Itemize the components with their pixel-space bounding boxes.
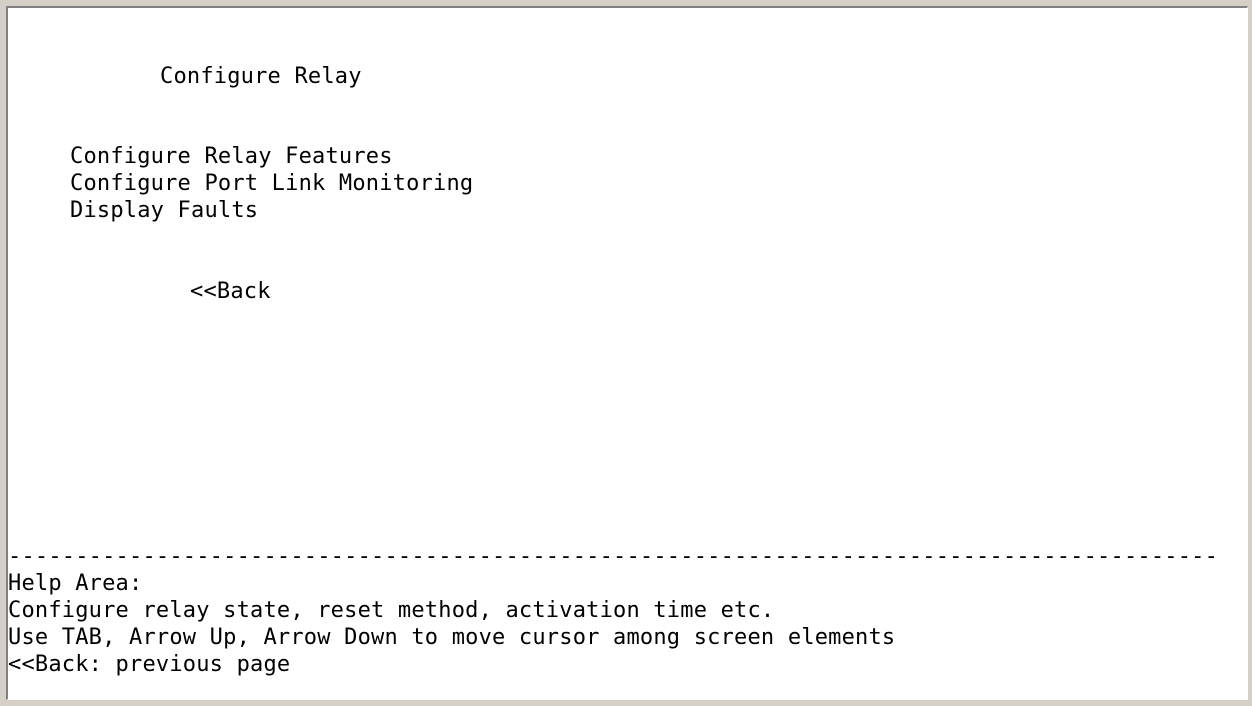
page-title: Configure Relay	[160, 64, 362, 89]
help-line-description: Configure relay state, reset method, act…	[8, 598, 775, 623]
help-line-back: <<Back: previous page	[8, 652, 291, 677]
back-button[interactable]: <<Back	[190, 278, 271, 305]
terminal-window: Configure Relay Configure Relay Features…	[0, 0, 1252, 706]
terminal-screen: Configure Relay Configure Relay Features…	[6, 6, 1248, 700]
menu-item-configure-relay-features[interactable]: Configure Relay Features	[70, 143, 393, 170]
menu-item-configure-port-link-monitoring[interactable]: Configure Port Link Monitoring	[70, 170, 473, 197]
help-heading: Help Area:	[8, 571, 143, 596]
menu-item-display-faults[interactable]: Display Faults	[70, 197, 258, 224]
help-line-navigation: Use TAB, Arrow Up, Arrow Down to move cu…	[8, 625, 896, 650]
help-divider: ----------------------------------------…	[8, 544, 1220, 569]
